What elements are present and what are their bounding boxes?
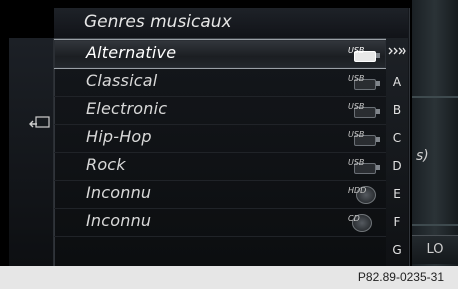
list-item[interactable]: Inconnu CD: [54, 208, 386, 237]
list-item[interactable]: Hip-Hop USB: [54, 124, 386, 153]
list-item[interactable]: Inconnu HDD: [54, 180, 386, 209]
alphabet-letter-c[interactable]: C: [386, 124, 408, 152]
alphabet-index: A B C D E F G: [386, 38, 408, 266]
figure-reference: P82.89-0235-31: [357, 270, 444, 284]
list-item[interactable]: Alternative USB: [54, 39, 386, 69]
list-item[interactable]: Classical USB: [54, 68, 386, 97]
list-item[interactable]: Electronic USB: [54, 96, 386, 125]
genre-label: Electronic: [86, 99, 168, 118]
usb-icon: USB: [344, 158, 380, 174]
usb-icon: USB: [344, 102, 380, 118]
genre-label: Alternative: [86, 43, 177, 62]
alphabet-letter-e[interactable]: E: [386, 180, 408, 208]
alphabet-letter-d[interactable]: D: [386, 152, 408, 180]
list-header: Genres musicaux: [54, 8, 408, 39]
hdd-icon: HDD: [344, 186, 380, 204]
usb-icon: USB: [344, 46, 380, 62]
alphabet-letter-g[interactable]: G: [386, 236, 408, 264]
background-panel: [412, 0, 458, 266]
partial-background-text: s): [416, 148, 429, 164]
lo-button[interactable]: LO: [412, 235, 458, 264]
alphabet-letter-f[interactable]: F: [386, 208, 408, 236]
usb-icon: USB: [344, 130, 380, 146]
genre-label: Inconnu: [86, 183, 152, 202]
genre-label: Hip-Hop: [86, 127, 152, 146]
left-sidebar: [9, 38, 54, 266]
page-title: Genres musicaux: [84, 12, 232, 32]
list-item[interactable]: Rock USB: [54, 152, 386, 181]
divider: [412, 224, 458, 226]
scroll-marker-icon: [388, 47, 406, 55]
alphabet-letter-b[interactable]: B: [386, 96, 408, 124]
display-screen: Genres musicaux Alternative USB Classica…: [0, 0, 458, 266]
cd-icon: CD: [344, 214, 380, 232]
genre-label: Rock: [86, 155, 126, 174]
back-icon[interactable]: [29, 116, 51, 130]
divider: [412, 96, 458, 98]
alphabet-letter-a[interactable]: A: [386, 68, 408, 96]
usb-icon: USB: [344, 74, 380, 90]
genre-label: Inconnu: [86, 211, 152, 230]
genre-label: Classical: [86, 71, 158, 90]
